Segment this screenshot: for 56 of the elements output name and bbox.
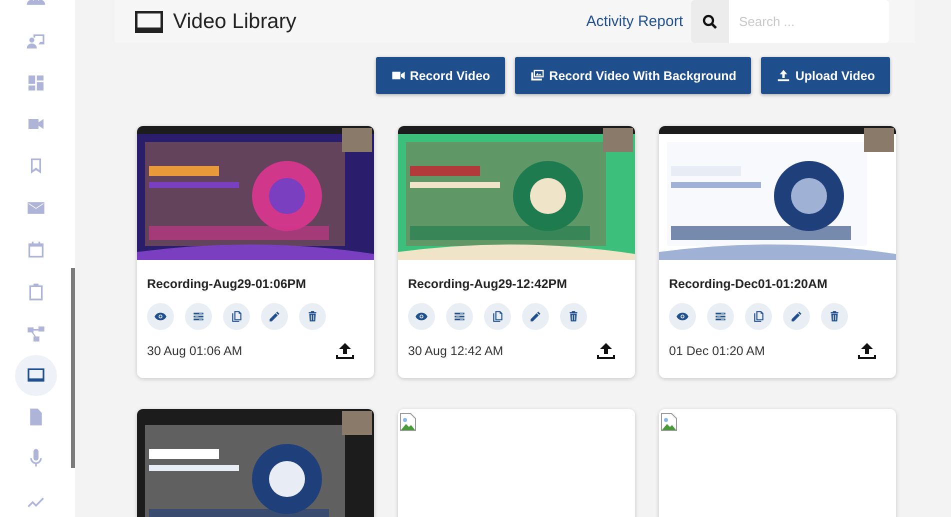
list-icon	[714, 310, 727, 323]
copy-icon	[230, 310, 243, 323]
view-icon	[415, 310, 428, 323]
pencil-icon	[790, 310, 803, 323]
pencil-button[interactable]	[783, 303, 810, 330]
sidebar-item[interactable]	[14, 354, 56, 396]
dashboard-icon	[26, 72, 46, 93]
view-icon	[676, 310, 689, 323]
view-button[interactable]	[408, 303, 435, 330]
pencil-button[interactable]	[261, 303, 288, 330]
upload-icon	[776, 68, 792, 83]
page-title: Video Library	[173, 10, 298, 34]
view-icon	[154, 310, 167, 323]
record-button[interactable]: Record Video	[376, 57, 506, 94]
trash-icon	[567, 310, 580, 323]
video-title: Recording-Aug29-01:06PM	[147, 277, 308, 291]
trash-button[interactable]	[821, 303, 848, 330]
list-icon	[453, 310, 466, 323]
search-icon	[701, 12, 719, 30]
copy-icon	[752, 310, 765, 323]
copy-button[interactable]	[745, 303, 772, 330]
list-button[interactable]	[185, 303, 212, 330]
pencil-button[interactable]	[522, 303, 549, 330]
pencil-icon	[268, 310, 281, 323]
scrollbar-thumb[interactable]	[71, 268, 75, 468]
video-date: 01 Dec 01:20 AM	[669, 344, 765, 358]
list-button[interactable]	[446, 303, 473, 330]
upload-button[interactable]	[597, 343, 615, 359]
trash-button[interactable]	[560, 303, 587, 330]
list-icon	[192, 310, 205, 323]
view-button[interactable]	[147, 303, 174, 330]
video-date: 30 Aug 01:06 AM	[147, 344, 242, 358]
activity-report-link[interactable]: Activity Report	[586, 13, 683, 30]
copy-button[interactable]	[484, 303, 511, 330]
list-button[interactable]	[707, 303, 734, 330]
upload-button[interactable]	[858, 343, 876, 359]
trash-button[interactable]	[299, 303, 326, 330]
record-button[interactable]: Record Video With Background	[515, 57, 752, 94]
upload-icon	[858, 343, 876, 359]
copy-button[interactable]	[223, 303, 250, 330]
flow-icon	[26, 324, 46, 344]
video-date: 30 Aug 12:42 AM	[408, 344, 504, 358]
calendar-icon	[26, 240, 46, 260]
copy-icon	[491, 310, 504, 323]
view-button[interactable]	[669, 303, 696, 330]
trash-icon	[306, 310, 319, 323]
pencil-icon	[529, 310, 542, 323]
upload-button[interactable]: Upload Video	[761, 57, 890, 94]
upload-icon	[336, 343, 354, 359]
search-button[interactable]	[691, 0, 729, 43]
upload-icon	[597, 343, 615, 359]
video-title: Recording-Dec01-01:20AM	[669, 277, 828, 291]
video-title: Recording-Aug29-12:42PM	[408, 277, 568, 291]
images-icon	[530, 68, 546, 83]
upload-button[interactable]	[336, 343, 354, 359]
trash-icon	[828, 310, 841, 323]
